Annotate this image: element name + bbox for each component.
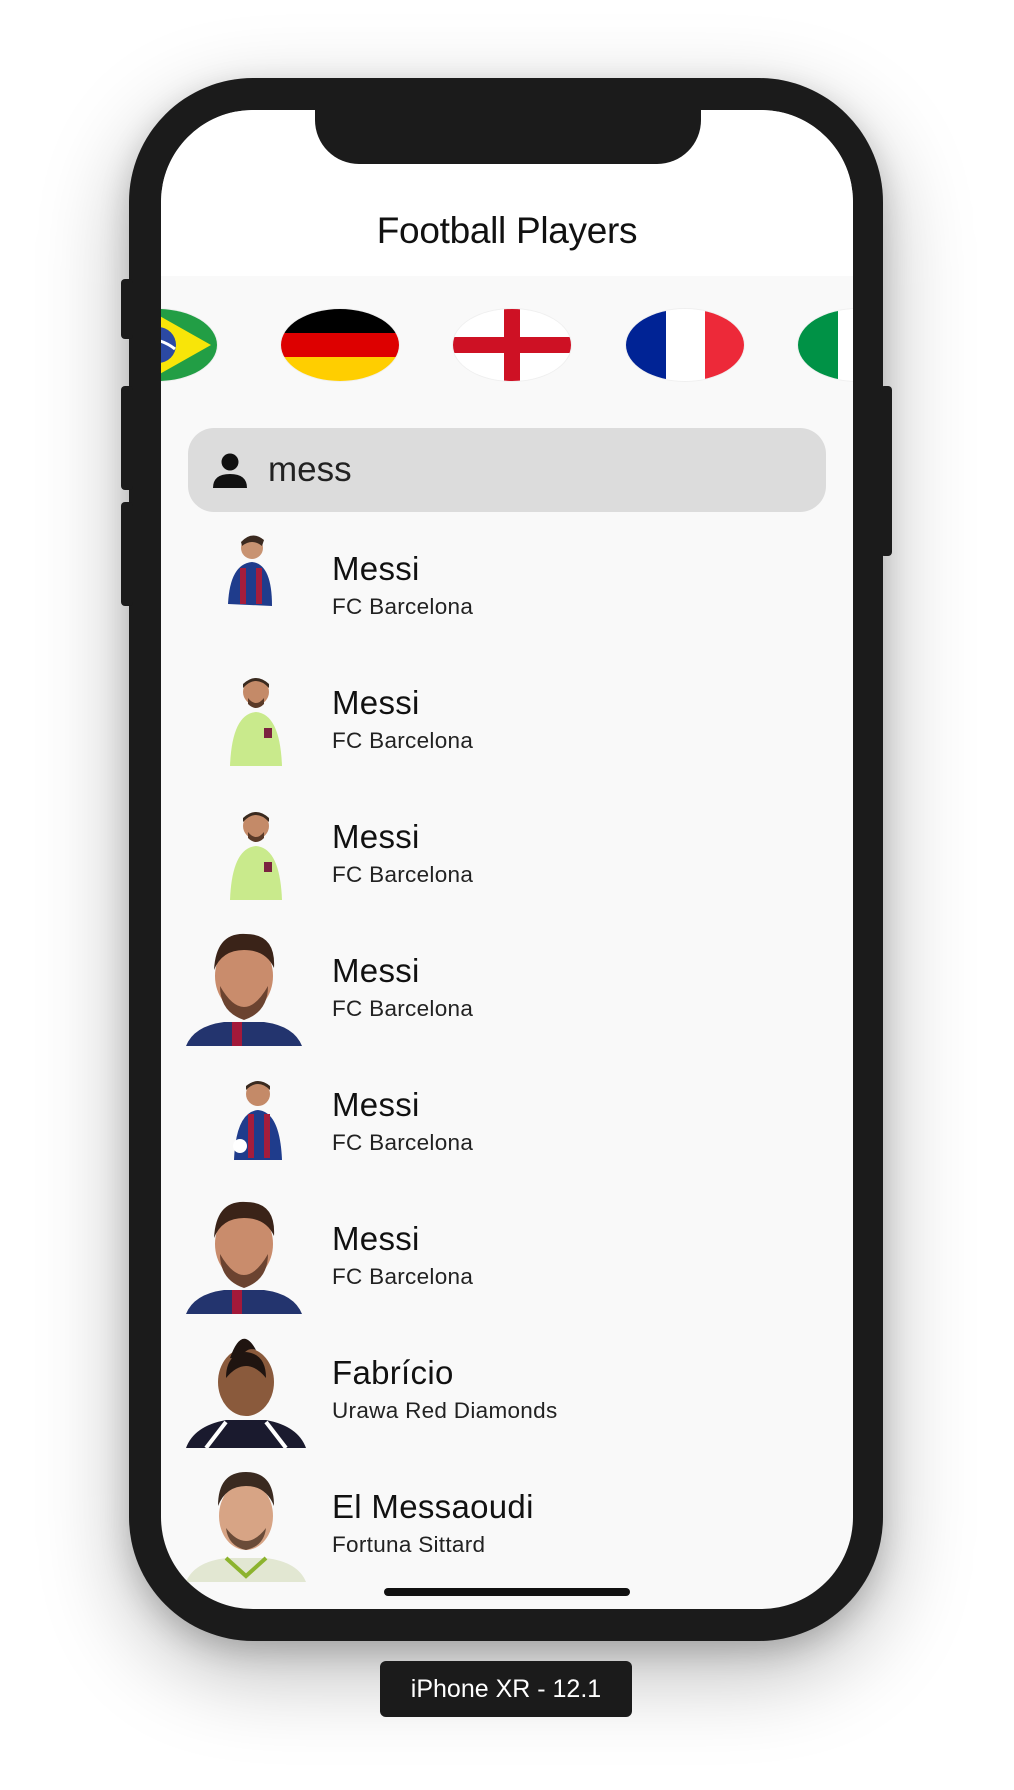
player-name: El Messaoudi <box>332 1488 534 1525</box>
brazil-flag-icon[interactable] <box>161 309 217 381</box>
player-club: FC Barcelona <box>332 728 474 753</box>
player-row[interactable]: Messi FC Barcelona <box>161 920 853 1054</box>
volume-up-button <box>121 386 133 490</box>
person-icon <box>210 450 250 490</box>
player-club: FC Barcelona <box>332 1130 474 1155</box>
notch <box>315 110 701 164</box>
player-club: Fortuna Sittard <box>332 1532 486 1557</box>
player-name: Messi <box>332 818 420 855</box>
player-photo <box>186 1462 306 1582</box>
germany-flag-icon[interactable] <box>281 309 399 381</box>
page-title: Football Players <box>376 210 638 251</box>
player-club: FC Barcelona <box>332 1264 474 1289</box>
search-field[interactable] <box>188 428 826 512</box>
player-list[interactable]: Messi FC Barcelona Messi FC Barcelona Me… <box>161 518 853 1590</box>
player-name: Messi <box>332 952 420 989</box>
player-club: Urawa Red Diamonds <box>332 1398 558 1423</box>
player-row[interactable]: Messi FC Barcelona <box>161 1188 853 1322</box>
player-row[interactable]: Messi FC Barcelona <box>161 652 853 786</box>
player-photo <box>186 524 306 644</box>
phone-screen: Football Players mess Messi FC Barcelona… <box>161 110 853 1609</box>
player-photo <box>186 1060 306 1180</box>
player-name: Messi <box>332 550 420 587</box>
mute-switch <box>121 279 133 339</box>
player-photo <box>186 1194 306 1314</box>
player-name: Messi <box>332 1086 420 1123</box>
france-flag-icon[interactable] <box>626 309 744 381</box>
volume-down-button <box>121 502 133 606</box>
player-name: Fabrício <box>332 1354 454 1391</box>
player-photo <box>186 1328 306 1450</box>
player-row[interactable]: El Messaoudi Fortuna Sittard <box>161 1456 853 1590</box>
player-name: Messi <box>332 1220 420 1257</box>
player-row[interactable]: Messi FC Barcelona <box>161 518 853 652</box>
player-name: Messi <box>332 684 420 721</box>
player-club: FC Barcelona <box>332 594 474 619</box>
country-flag-carousel[interactable] <box>161 276 853 406</box>
player-club: FC Barcelona <box>332 996 474 1021</box>
player-photo <box>186 658 306 778</box>
player-club: FC Barcelona <box>332 862 474 887</box>
power-button <box>880 386 892 556</box>
player-row[interactable]: Messi FC Barcelona <box>161 1054 853 1188</box>
player-photo <box>186 792 306 912</box>
player-row[interactable]: Messi FC Barcelona <box>161 786 853 920</box>
simulator-device-label: iPhone XR - 12.1 <box>380 1661 632 1717</box>
search-input[interactable] <box>268 428 788 512</box>
home-indicator[interactable] <box>384 1588 630 1596</box>
england-flag-icon[interactable] <box>453 309 571 381</box>
player-row[interactable]: Fabrício Urawa Red Diamonds <box>161 1322 853 1456</box>
italy-flag-icon[interactable] <box>798 309 853 381</box>
player-photo <box>186 926 306 1046</box>
